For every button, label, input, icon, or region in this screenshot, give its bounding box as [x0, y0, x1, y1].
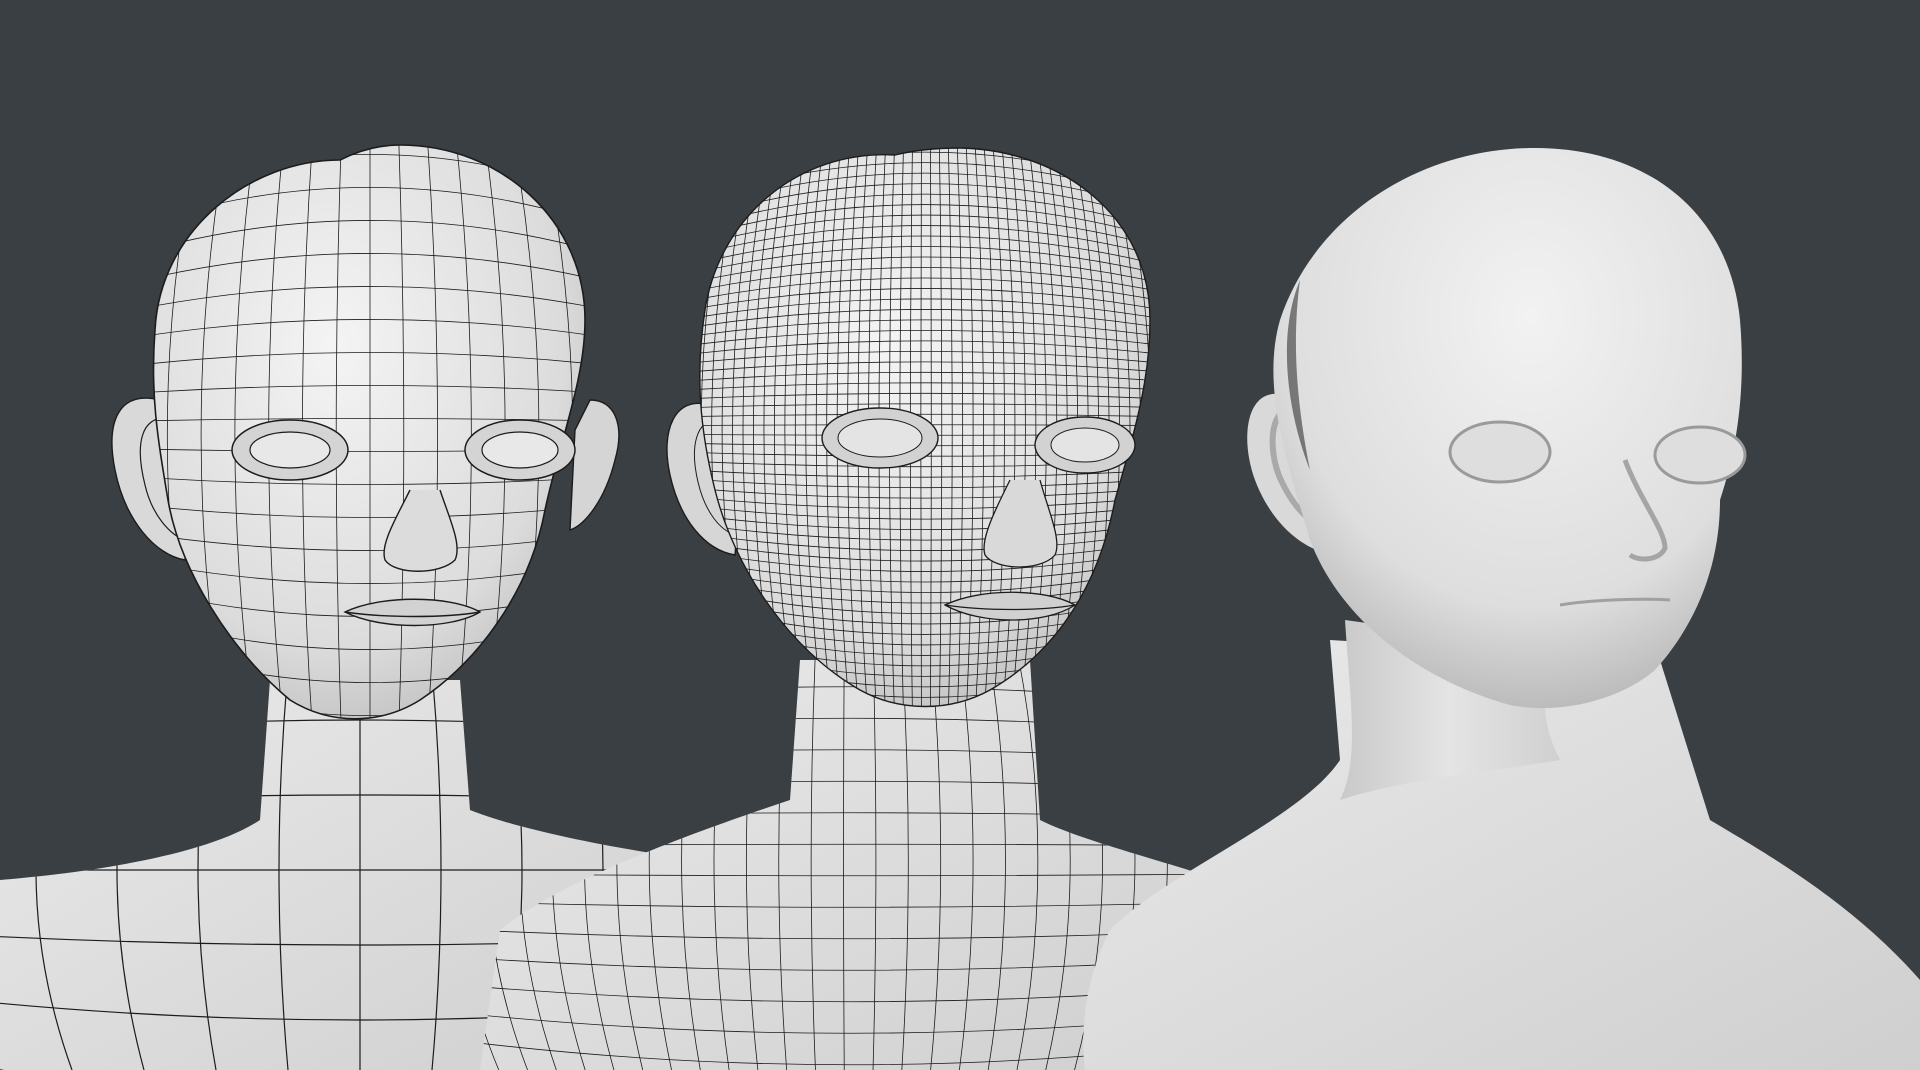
wire-edge	[1134, 148, 1150, 707]
left-eye-socket	[1448, 420, 1552, 484]
smooth-shaded-bust	[1083, 148, 1920, 1070]
wire-edge	[690, 89, 1160, 140]
render-canvas	[0, 88, 1920, 1070]
wire-edge	[699, 148, 1150, 150]
wire-edge	[1143, 148, 1150, 707]
right-eye-socket	[1653, 425, 1747, 485]
wire-edge	[140, 88, 600, 140]
render-viewport	[0, 0, 1920, 1070]
wire-edge	[1153, 140, 1193, 720]
right-ear	[569, 399, 620, 531]
